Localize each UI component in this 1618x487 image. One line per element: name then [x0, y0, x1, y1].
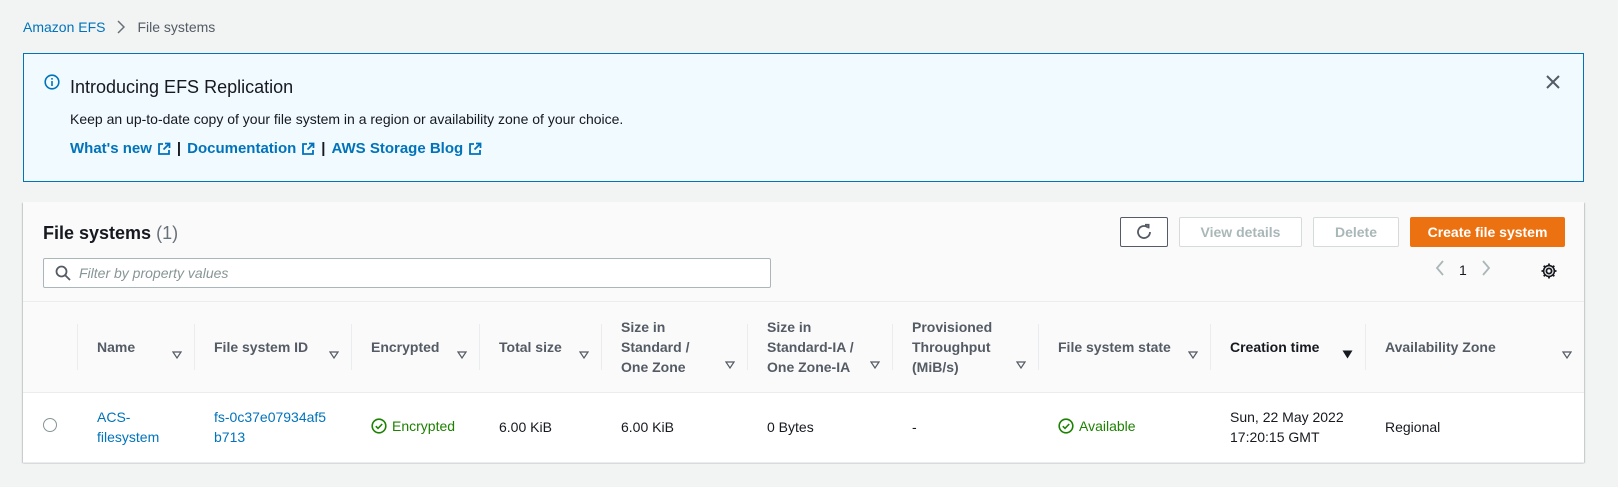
select-column-header [23, 302, 77, 393]
sort-icon [171, 344, 183, 364]
encrypted-cell: Encrypted [351, 392, 479, 463]
sort-icon [724, 354, 736, 374]
aws-storage-blog-link[interactable]: AWS Storage Blog [332, 140, 483, 157]
sort-icon [1561, 344, 1573, 364]
table-row[interactable]: ACS-filesystem fs-0c37e07934af5b713 Encr… [23, 392, 1584, 463]
file-system-id-link[interactable]: fs-0c37e07934af5b713 [214, 407, 332, 447]
table-header-row: Name File system ID Encrypted Total size… [23, 302, 1584, 393]
pagination: 1 [1435, 260, 1491, 279]
size-ia-cell: 0 Bytes [747, 392, 892, 463]
sort-icon [1015, 354, 1027, 374]
sort-icon [869, 354, 881, 374]
file-system-name-link[interactable]: ACS-filesystem [97, 407, 167, 447]
file-system-count: (1) [156, 223, 179, 243]
column-header-file-system-state[interactable]: File system state [1038, 302, 1210, 393]
column-header-total-size[interactable]: Total size [479, 302, 601, 393]
id-cell: fs-0c37e07934af5b713 [194, 392, 351, 463]
external-link-icon [158, 142, 171, 155]
total-size-cell: 6.00 KiB [479, 392, 601, 463]
row-select-radio[interactable] [43, 418, 57, 432]
filter-input[interactable] [79, 265, 759, 281]
sort-icon [1187, 344, 1199, 364]
availability-zone-cell: Regional [1365, 392, 1584, 463]
throughput-cell: - [892, 392, 1038, 463]
banner-title: Introducing EFS Replication [70, 77, 294, 97]
sort-icon [328, 344, 340, 364]
link-separator: | [321, 140, 326, 157]
file-systems-table: Name File system ID Encrypted Total size… [23, 302, 1584, 463]
sort-descending-icon [1342, 344, 1353, 364]
file-systems-panel: File systems (1) View details Delete Cre… [23, 202, 1584, 463]
breadcrumb-amazon-efs[interactable]: Amazon EFS [23, 19, 105, 35]
column-header-creation-time[interactable]: Creation time [1210, 302, 1365, 393]
settings-gear-icon[interactable] [1540, 262, 1558, 283]
breadcrumb-current: File systems [137, 19, 216, 35]
external-link-icon [302, 142, 315, 155]
search-icon [55, 265, 71, 281]
delete-button[interactable]: Delete [1313, 217, 1399, 247]
close-icon[interactable] [1545, 74, 1561, 93]
encrypted-status: Encrypted [371, 416, 455, 436]
panel-header: File systems (1) View details Delete Cre… [23, 202, 1584, 302]
sort-icon [578, 344, 590, 364]
refresh-button[interactable] [1120, 217, 1168, 247]
documentation-link[interactable]: Documentation [187, 140, 315, 157]
column-header-availability-zone[interactable]: Availability Zone [1365, 302, 1584, 393]
info-banner: Introducing EFS Replication Keep an up-t… [23, 53, 1584, 182]
check-circle-icon [371, 417, 387, 434]
state-cell: Available [1038, 392, 1210, 463]
column-header-size-standard[interactable]: Size in Standard / One Zone [601, 302, 747, 393]
link-separator: | [176, 140, 182, 157]
info-icon [44, 74, 60, 93]
state-status: Available [1058, 416, 1136, 436]
page-number[interactable]: 1 [1459, 262, 1467, 278]
size-standard-cell: 6.00 KiB [601, 392, 747, 463]
column-header-provisioned-throughput[interactable]: Provisioned Throughput (MiB/s) [892, 302, 1038, 393]
next-page-icon[interactable] [1481, 260, 1491, 279]
breadcrumb: Amazon EFS File systems [23, 19, 215, 35]
check-circle-icon [1058, 417, 1074, 434]
column-header-size-standard-ia[interactable]: Size in Standard-IA / One Zone-IA [747, 302, 892, 393]
sort-icon [456, 344, 468, 364]
banner-links: What's new | Documentation | AWS Storage… [70, 140, 482, 157]
refresh-icon [1137, 223, 1151, 239]
search-box [43, 258, 771, 288]
view-details-button[interactable]: View details [1179, 217, 1302, 247]
banner-body: Keep an up-to-date copy of your file sys… [70, 111, 624, 127]
create-file-system-button[interactable]: Create file system [1410, 217, 1565, 247]
previous-page-icon[interactable] [1435, 260, 1445, 279]
row-select-cell [23, 392, 77, 463]
column-header-file-system-id[interactable]: File system ID [194, 302, 351, 393]
whats-new-link[interactable]: What's new [70, 140, 171, 157]
name-cell: ACS-filesystem [77, 392, 194, 463]
external-link-icon [469, 142, 482, 155]
column-header-encrypted[interactable]: Encrypted [351, 302, 479, 393]
panel-title: File systems (1) [43, 223, 179, 243]
chevron-right-icon [117, 20, 126, 34]
column-header-name[interactable]: Name [77, 302, 194, 393]
creation-time-cell: Sun, 22 May 2022 17:20:15 GMT [1210, 392, 1365, 463]
